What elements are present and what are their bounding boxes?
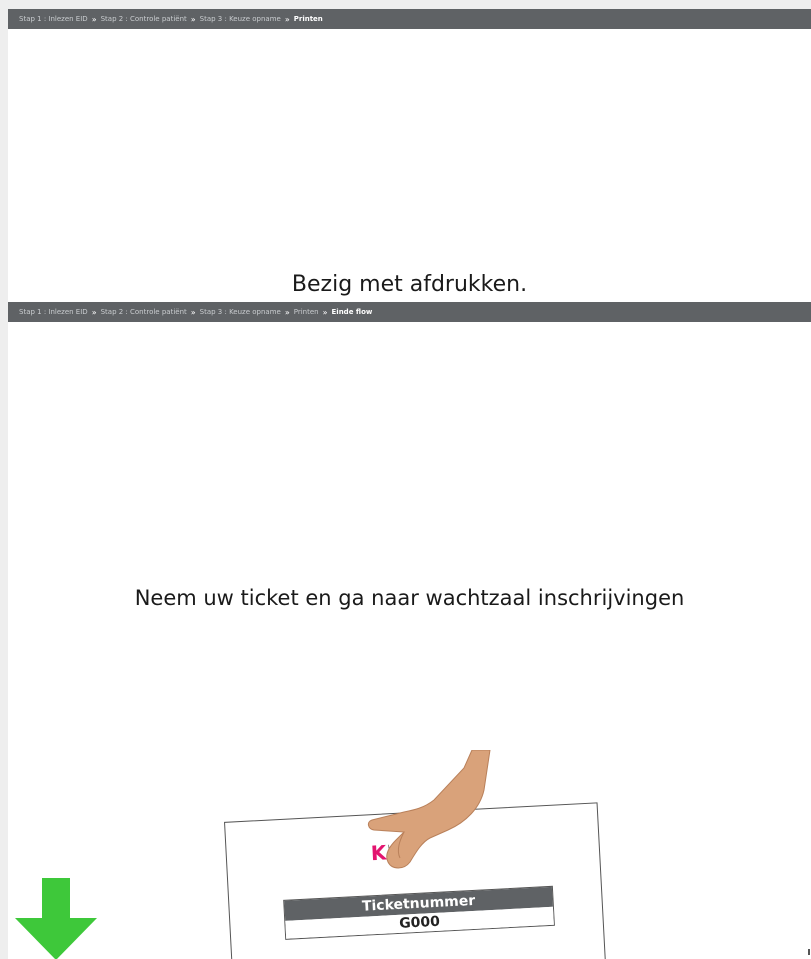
ticket-number-box: Ticketnummer G000 bbox=[283, 885, 555, 940]
edge-mark bbox=[808, 949, 810, 955]
breadcrumb-step-2: Stap 2 : Controle patiënt bbox=[100, 308, 187, 316]
breadcrumb-step-1: Stap 1 : Inlezen EID bbox=[19, 15, 88, 23]
down-arrow-icon bbox=[15, 878, 97, 959]
breadcrumb: Stap 1 : Inlezen EID » Stap 2 : Controle… bbox=[8, 9, 811, 29]
instruction-text: Neem uw ticket en ga naar wachtzaal insc… bbox=[134, 586, 685, 610]
breadcrumb-separator: » bbox=[284, 14, 290, 24]
breadcrumb-step-2: Stap 2 : Controle patiënt bbox=[100, 15, 187, 23]
printing-status: Bezig met afdrukken. bbox=[291, 272, 528, 297]
breadcrumb-separator: » bbox=[322, 307, 328, 317]
printing-screen: Stap 1 : Inlezen EID » Stap 2 : Controle… bbox=[8, 9, 811, 302]
breadcrumb-step-3: Stap 3 : Keuze opname bbox=[199, 308, 281, 316]
breadcrumb-separator: » bbox=[91, 307, 97, 317]
breadcrumb-step-1: Stap 1 : Inlezen EID bbox=[19, 308, 88, 316]
breadcrumb-separator: » bbox=[91, 14, 97, 24]
breadcrumb-step-einde-flow: Einde flow bbox=[331, 308, 373, 316]
ticket-illustration: K kliniek izegem Ticketnummer G000 bbox=[224, 750, 614, 959]
breadcrumb-step-3: Stap 3 : Keuze opname bbox=[199, 15, 281, 23]
hand-icon bbox=[367, 750, 491, 869]
breadcrumb-step-printen: Printen bbox=[293, 308, 319, 316]
breadcrumb: Stap 1 : Inlezen EID » Stap 2 : Controle… bbox=[8, 302, 811, 322]
breadcrumb-separator: » bbox=[190, 14, 196, 24]
end-flow-screen: Stap 1 : Inlezen EID » Stap 2 : Controle… bbox=[8, 302, 811, 959]
breadcrumb-separator: » bbox=[190, 307, 196, 317]
breadcrumb-step-printen: Printen bbox=[293, 15, 323, 23]
breadcrumb-separator: » bbox=[284, 307, 290, 317]
